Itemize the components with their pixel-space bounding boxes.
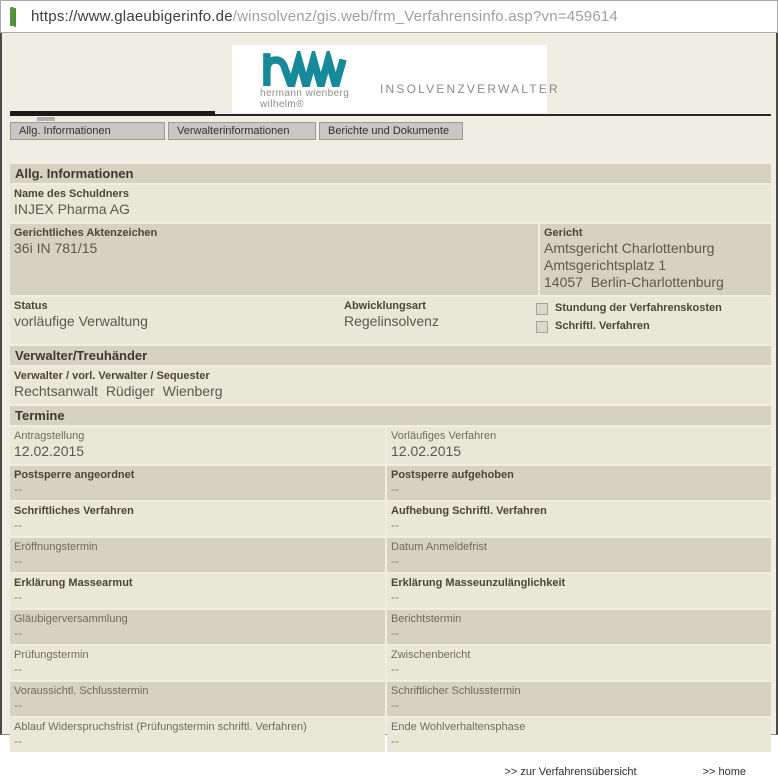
value-glaeubigerversammlung: -- — [14, 626, 22, 640]
section-header-termine: Termine — [10, 406, 771, 425]
label-gerichtliches-aktenzeichen: Gerichtliches Aktenzeichen — [14, 227, 158, 239]
section-header-allg-informationen: Allg. Informationen — [10, 164, 771, 183]
table-row: Antragstellung 12.02.2015 Vorläufiges Ve… — [10, 427, 771, 464]
hww-logo-box: hermann wienberg wilhelm® INSOLVENZVERWA… — [232, 45, 558, 113]
cell-gericht: Gericht Amtsgericht Charlottenburg Amtsg… — [540, 224, 771, 295]
table-row: Gläubigerversammlung -- Berichtstermin -… — [10, 610, 771, 644]
address-bar[interactable]: https://www.glaeubigerinfo.de/winsolvenz… — [0, 0, 778, 33]
active-tab-rule — [10, 111, 215, 116]
url-secure-part: https://www.glaeubigerinfo.de — [31, 8, 233, 25]
value-name-des-schuldners: INJEX Pharma AG — [14, 201, 130, 217]
value-gerichtliches-aktenzeichen: 36i IN 781/15 — [14, 240, 98, 256]
label-pruefungstermin: Prüfungstermin — [14, 649, 89, 661]
value-antragstellung: 12.02.2015 — [14, 443, 85, 459]
cell-gerichtliches-aktenzeichen: Gerichtliches Aktenzeichen 36i IN 781/15 — [10, 224, 538, 295]
tab-allg-informationen[interactable]: Allg. Informationen — [10, 122, 165, 140]
tab-verwalterinformationen[interactable]: Verwalterinformationen — [168, 122, 316, 140]
value-verwalter: Rechtsanwalt Rüdiger Wienberg — [14, 383, 223, 399]
label-abwicklungsart: Abwicklungsart — [344, 300, 426, 312]
value-berichtstermin: -- — [391, 626, 399, 640]
value-eroeffnungstermin: -- — [14, 554, 22, 568]
label-datum-anmeldefrist: Datum Anmeldefrist — [391, 541, 487, 553]
checkbox-stundung-der-verfahrenskosten[interactable] — [536, 302, 548, 315]
label-gericht: Gericht — [544, 227, 583, 239]
value-zwischenbericht: -- — [391, 662, 399, 676]
value-pruefungstermin: -- — [14, 662, 22, 676]
url-text[interactable]: https://www.glaeubigerinfo.de/winsolvenz… — [31, 8, 618, 25]
label-voraussichtl-schlusstermin: Voraussichtl. Schlusstermin — [14, 685, 149, 697]
hww-logo-icon — [263, 51, 347, 87]
tab-bar: Allg. Informationen Verwalterinformation… — [10, 122, 466, 140]
table-row: Schriftliches Verfahren -- Aufhebung Sch… — [10, 502, 771, 536]
label-erklaerung-masseunzulaenglichkeit: Erklärung Masseunzulänglichkeit — [391, 577, 566, 589]
value-postsperre-angeordnet: -- — [14, 482, 22, 496]
label-stundung-der-verfahrenskosten: Stundung der Verfahrenskosten — [555, 302, 722, 314]
verfahrensinfo-table: Allg. Informationen Name des Schuldners … — [10, 164, 771, 778]
https-lock-icon — [10, 7, 23, 27]
value-datum-anmeldefrist: -- — [391, 554, 399, 568]
label-antragstellung: Antragstellung — [14, 430, 85, 442]
label-schriftl-verfahren: Schriftl. Verfahren — [555, 320, 650, 332]
row-aktenzeichen-gericht: Gerichtliches Aktenzeichen 36i IN 781/15… — [10, 224, 771, 295]
link-zur-verfahrensuebersicht[interactable]: >> zur Verfahrensübersicht — [505, 766, 637, 778]
page-content: hermann wienberg wilhelm® INSOLVENZVERWA… — [0, 33, 778, 778]
label-eroeffnungstermin: Eröffnungstermin — [14, 541, 98, 553]
label-postsperre-aufgehoben: Postsperre aufgehoben — [391, 469, 514, 481]
value-ende-wohlverhaltensphase: -- — [391, 734, 399, 748]
link-home[interactable]: >> home — [703, 766, 746, 778]
label-aufhebung-schriftl-verfahren: Aufhebung Schriftl. Verfahren — [391, 505, 547, 517]
label-zwischenbericht: Zwischenbericht — [391, 649, 471, 661]
label-status: Status — [14, 300, 48, 312]
value-abwicklungsart: Regelinsolvenz — [344, 313, 439, 329]
value-erklaerung-massearmut: -- — [14, 590, 22, 604]
menu-rule-nub — [37, 117, 55, 121]
table-row: Erklärung Massearmut -- Erklärung Masseu… — [10, 574, 771, 608]
checkbox-schriftl-verfahren[interactable] — [536, 320, 548, 333]
label-ende-wohlverhaltensphase: Ende Wohlverhaltensphase — [391, 721, 526, 733]
table-row: Ablauf Widerspruchsfrist (Prüfungstermin… — [10, 718, 771, 752]
logo-tagline: INSOLVENZVERWALTER — [380, 82, 560, 96]
value-aufhebung-schriftl-verfahren: -- — [391, 518, 399, 532]
value-schriftliches-verfahren: -- — [14, 518, 22, 532]
table-row: Prüfungstermin -- Zwischenbericht -- — [10, 646, 771, 680]
label-verwalter: Verwalter / vorl. Verwalter / Sequester — [14, 370, 210, 382]
value-schriftlicher-schlusstermin: -- — [391, 698, 399, 712]
value-gericht-line1: Amtsgericht Charlottenburg — [544, 240, 715, 256]
tab-berichte-und-dokumente[interactable]: Berichte und Dokumente — [319, 122, 463, 140]
label-postsperre-angeordnet: Postsperre angeordnet — [14, 469, 135, 481]
table-row: Voraussichtl. Schlusstermin -- Schriftli… — [10, 682, 771, 716]
value-vorlaeufiges-verfahren: 12.02.2015 — [391, 443, 462, 459]
logo-subtitle: hermann wienberg wilhelm® — [260, 88, 350, 110]
value-ablauf-widerspruchsfrist: -- — [14, 734, 22, 748]
value-postsperre-aufgehoben: -- — [391, 482, 399, 496]
label-vorlaeufiges-verfahren: Vorläufiges Verfahren — [391, 430, 497, 442]
value-status: vorläufige Verwaltung — [14, 313, 148, 329]
label-schriftliches-verfahren: Schriftliches Verfahren — [14, 505, 134, 517]
section-header-verwalter-treuhaender: Verwalter/Treuhänder — [10, 346, 771, 365]
url-path-part: /winsolvenz/gis.web/frm_Verfahrensinfo.a… — [232, 8, 618, 25]
label-schriftlicher-schlusstermin: Schriftlicher Schlusstermin — [391, 685, 521, 697]
row-verwalter: Verwalter / vorl. Verwalter / Sequester … — [10, 367, 771, 404]
label-name-des-schuldners: Name des Schuldners — [14, 188, 129, 200]
row-name-des-schuldners: Name des Schuldners INJEX Pharma AG — [10, 185, 771, 222]
label-ablauf-widerspruchsfrist: Ablauf Widerspruchsfrist (Prüfungstermin… — [14, 721, 307, 733]
footer: >> zur Verfahrensübersicht >> home — [10, 766, 771, 778]
value-gericht-line3: 14057 Berlin-Charlottenburg — [544, 274, 724, 290]
label-erklaerung-massearmut: Erklärung Massearmut — [14, 577, 133, 589]
label-berichtstermin: Berichtstermin — [391, 613, 462, 625]
row-status: Status vorläufige Verwaltung Abwicklungs… — [10, 297, 771, 344]
value-gericht-line2: Amtsgerichtsplatz 1 — [544, 257, 667, 273]
table-row: Postsperre angeordnet -- Postsperre aufg… — [10, 466, 771, 500]
value-voraussichtl-schlusstermin: -- — [14, 698, 22, 712]
label-glaeubigerversammlung: Gläubigerversammlung — [14, 613, 128, 625]
table-row: Eröffnungstermin -- Datum Anmeldefrist -… — [10, 538, 771, 572]
value-erklaerung-masseunzulaenglichkeit: -- — [391, 590, 399, 604]
